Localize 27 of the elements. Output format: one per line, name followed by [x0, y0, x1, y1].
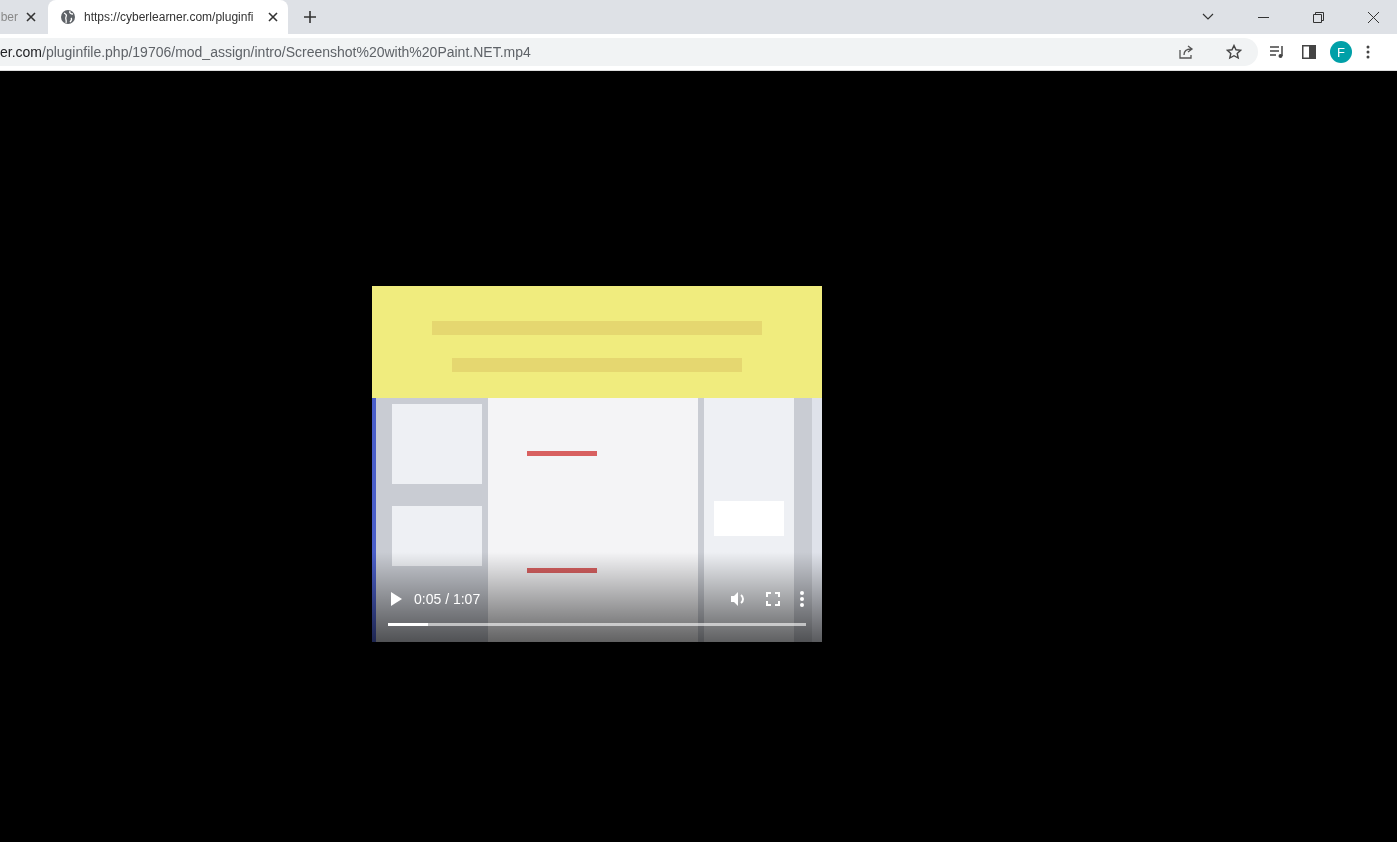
close-tab-icon[interactable] [268, 12, 278, 22]
play-icon[interactable] [390, 592, 402, 606]
new-tab-icon[interactable] [303, 10, 317, 24]
restore-icon[interactable] [1313, 11, 1324, 23]
profile-avatar[interactable]: F [1330, 41, 1352, 63]
tab-title: https://cyberlearner.com/pluginfi [84, 10, 255, 24]
video-time: 0:05 / 1:07 [414, 591, 481, 607]
video-player[interactable]: 0:05 / 1:07 [372, 286, 822, 642]
browser-tab[interactable]: https://cyberlearner.com/pluginfi [48, 0, 288, 34]
star-icon[interactable] [1226, 44, 1242, 60]
url-text: er.com/pluginfile.php/19706/mod_assign/intro/Screenshot%20with%20Paint.NET.mp4 [0, 44, 531, 60]
minimize-icon[interactable] [1258, 16, 1269, 18]
more-options-icon[interactable] [800, 591, 804, 607]
browser-tab[interactable]: ber [0, 0, 44, 34]
share-icon[interactable] [1178, 44, 1194, 60]
address-field[interactable]: er.com/pluginfile.php/19706/mod_assign/intro/Screenshot%20with%20Paint.NET.mp4 [0, 38, 1258, 66]
tab-title: ber [0, 10, 18, 24]
close-icon[interactable] [1368, 11, 1379, 23]
close-tab-icon[interactable] [26, 12, 36, 22]
progress-track[interactable] [388, 623, 806, 626]
globe-icon [60, 9, 76, 25]
volume-icon[interactable] [730, 591, 746, 607]
tab-search-icon[interactable] [1202, 13, 1214, 21]
side-panel-icon[interactable] [1302, 45, 1316, 59]
fullscreen-icon[interactable] [766, 592, 780, 606]
menu-icon[interactable] [1366, 45, 1370, 59]
media-control-icon[interactable] [1270, 45, 1286, 59]
